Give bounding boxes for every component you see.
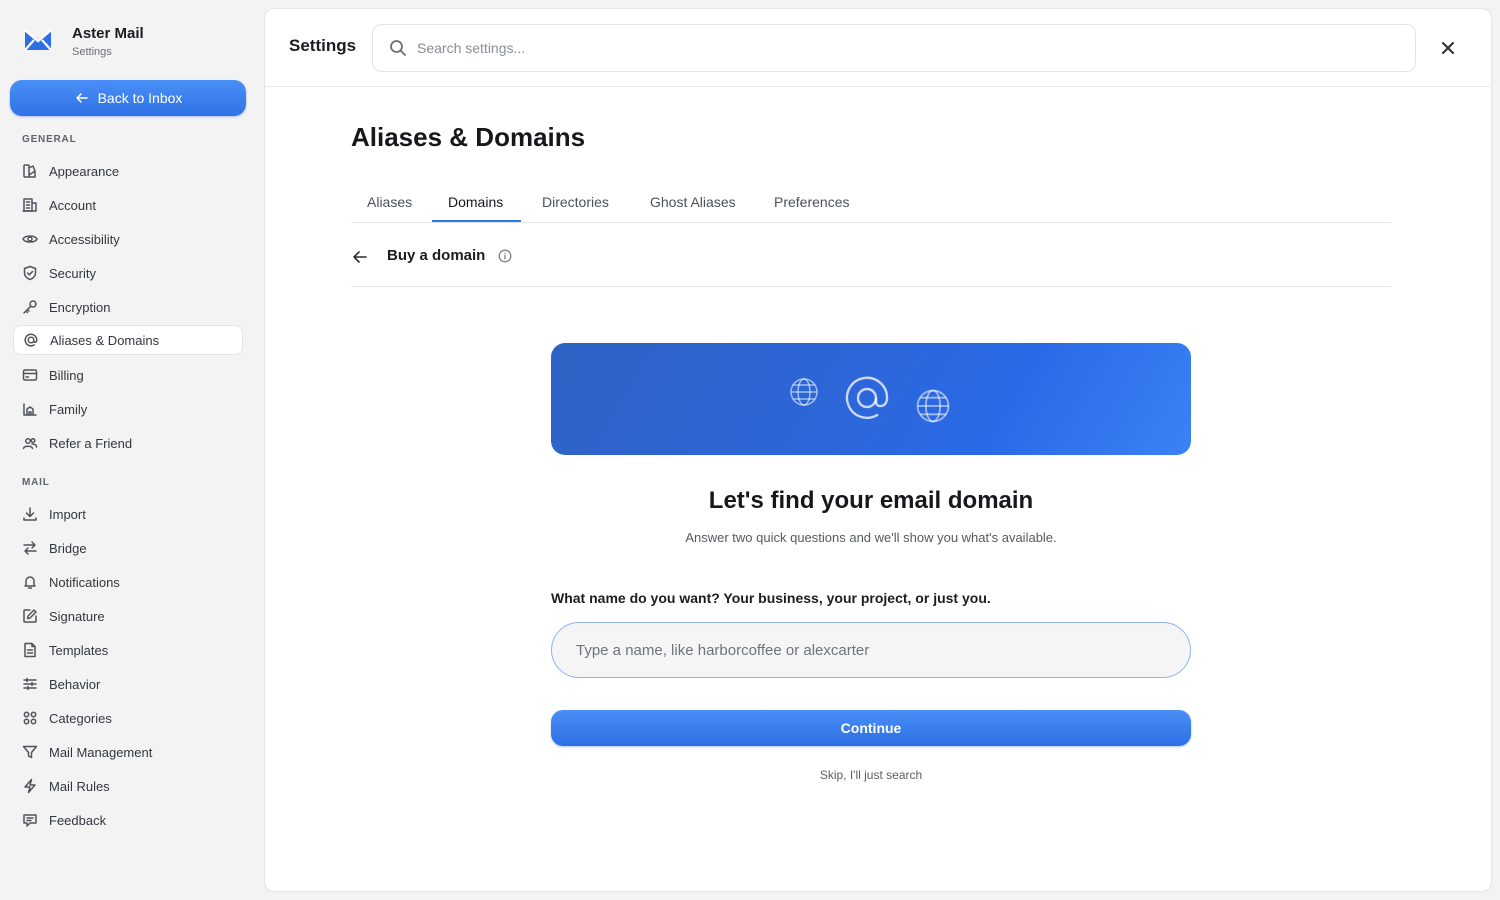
tab-domains[interactable]: Domains [448, 194, 503, 210]
sidebar-item-label: Encryption [49, 299, 111, 315]
search-icon [390, 40, 406, 56]
sidebar-item-label: Billing [49, 367, 84, 383]
section-label-general: GENERAL [22, 134, 77, 145]
close-icon [1442, 42, 1454, 54]
close-settings-button[interactable] [1437, 37, 1459, 59]
sidebar-item-label: Templates [49, 642, 109, 658]
back-to-inbox-button[interactable]: Back to Inbox [10, 80, 246, 116]
sidebar-item-label: Account [49, 197, 96, 213]
tab-bar: Aliases Domains Directories Ghost Aliase… [351, 185, 1391, 223]
sidebar-item-appearance[interactable]: Appearance [13, 156, 243, 186]
wizard-subtext: Answer two quick questions and we'll sho… [685, 530, 1057, 545]
brand-name: Aster Mail [72, 25, 144, 42]
subheader-title: Buy a domain [387, 247, 486, 264]
continue-button[interactable]: Continue [551, 710, 1191, 746]
section-label-mail: MAIL [22, 477, 50, 488]
wizard-heading: Let's find your email domain [708, 487, 1034, 514]
name-question-label: What name do you want? Your business, yo… [551, 590, 991, 606]
arrow-left-icon [353, 251, 367, 263]
brand-subtitle: Settings [72, 46, 112, 58]
sidebar-item-feedback[interactable]: Feedback [13, 805, 243, 835]
skip-link[interactable]: Skip, I'll just search [551, 768, 1191, 782]
sidebar-item-label: Mail Management [49, 744, 153, 760]
settings-panel: Settings Aliases & Domains Aliases Domai… [264, 8, 1492, 892]
sidebar-item-billing[interactable]: Billing [13, 360, 243, 390]
sidebar-item-account[interactable]: Account [13, 190, 243, 220]
sidebar-item-signature[interactable]: Signature [13, 601, 243, 631]
back-button[interactable] [351, 248, 371, 268]
sidebar-item-label: Appearance [49, 163, 120, 179]
sliders-icon [22, 676, 38, 692]
shield-icon [22, 265, 38, 281]
brand: Aster Mail Settings [22, 24, 144, 58]
subheader: Buy a domain [351, 245, 1391, 287]
back-to-inbox-label: Back to Inbox [97, 90, 183, 106]
tab-ghost-aliases[interactable]: Ghost Aliases [650, 194, 736, 210]
sidebar-item-label: Notifications [49, 574, 120, 590]
filter-icon [22, 744, 38, 760]
sidebar-item-bridge[interactable]: Bridge [13, 533, 243, 563]
arrow-left-icon [75, 93, 88, 103]
at-sign-icon [839, 370, 895, 426]
sidebar-item-encryption[interactable]: Encryption [13, 292, 243, 322]
domain-name-input[interactable] [551, 622, 1191, 678]
family-icon [22, 401, 38, 417]
lightning-icon [22, 778, 38, 794]
tab-directories[interactable]: Directories [542, 194, 609, 210]
sidebar-item-mail-rules[interactable]: Mail Rules [13, 771, 243, 801]
sidebar-item-import[interactable]: Import [13, 499, 243, 529]
page-title: Aliases & Domains [351, 122, 586, 152]
document-icon [22, 642, 38, 658]
globe-icon [788, 376, 820, 408]
eye-icon [22, 231, 38, 247]
sidebar-item-label: Accessibility [49, 231, 120, 247]
domain-banner [551, 343, 1191, 455]
credit-card-icon [22, 367, 38, 383]
tab-preferences[interactable]: Preferences [774, 194, 849, 210]
sidebar-item-label: Family [49, 401, 88, 417]
settings-topbar: Settings [265, 9, 1491, 87]
sidebar-item-label: Categories [49, 710, 112, 726]
sidebar-item-categories[interactable]: Categories [13, 703, 243, 733]
active-tab-indicator [432, 220, 521, 222]
sidebar-item-label: Refer a Friend [49, 435, 133, 451]
pen-icon [22, 608, 38, 624]
sidebar-item-aliases-domains[interactable]: Aliases & Domains [13, 325, 243, 355]
info-icon[interactable] [498, 249, 512, 263]
message-icon [22, 812, 38, 828]
sidebar-item-label: Security [49, 265, 96, 281]
users-icon [22, 435, 38, 451]
key-icon [22, 299, 38, 315]
sidebar-item-accessibility[interactable]: Accessibility [13, 224, 243, 254]
sidebar-item-notifications[interactable]: Notifications [13, 567, 243, 597]
sidebar-item-label: Signature [49, 608, 105, 624]
download-icon [22, 506, 38, 522]
sidebar-item-label: Aliases & Domains [50, 332, 160, 348]
globe-icon [914, 387, 952, 425]
sidebar-item-security[interactable]: Security [13, 258, 243, 288]
sidebar-item-label: Behavior [49, 676, 101, 692]
sidebar-item-refer-a-friend[interactable]: Refer a Friend [13, 428, 243, 458]
sidebar-item-label: Bridge [49, 540, 87, 556]
sidebar-item-label: Mail Rules [49, 778, 110, 794]
sidebar-item-label: Import [49, 506, 86, 522]
at-sign-icon [23, 332, 39, 348]
aster-logo-icon [22, 24, 54, 56]
settings-title: Settings [289, 36, 357, 55]
search-box[interactable] [372, 24, 1416, 72]
sidebar-item-family[interactable]: Family [13, 394, 243, 424]
grid-icon [22, 710, 38, 726]
building-icon [22, 197, 38, 213]
palette-icon [22, 163, 38, 179]
arrows-swap-icon [22, 540, 38, 556]
sidebar: Aster Mail Settings Back to Inbox GENERA… [0, 0, 256, 900]
bell-icon [22, 574, 38, 590]
tab-aliases[interactable]: Aliases [367, 194, 412, 210]
sidebar-item-templates[interactable]: Templates [13, 635, 243, 665]
sidebar-item-behavior[interactable]: Behavior [13, 669, 243, 699]
sidebar-item-label: Feedback [49, 812, 107, 828]
sidebar-item-mail-management[interactable]: Mail Management [13, 737, 243, 767]
search-input[interactable] [417, 40, 1317, 56]
